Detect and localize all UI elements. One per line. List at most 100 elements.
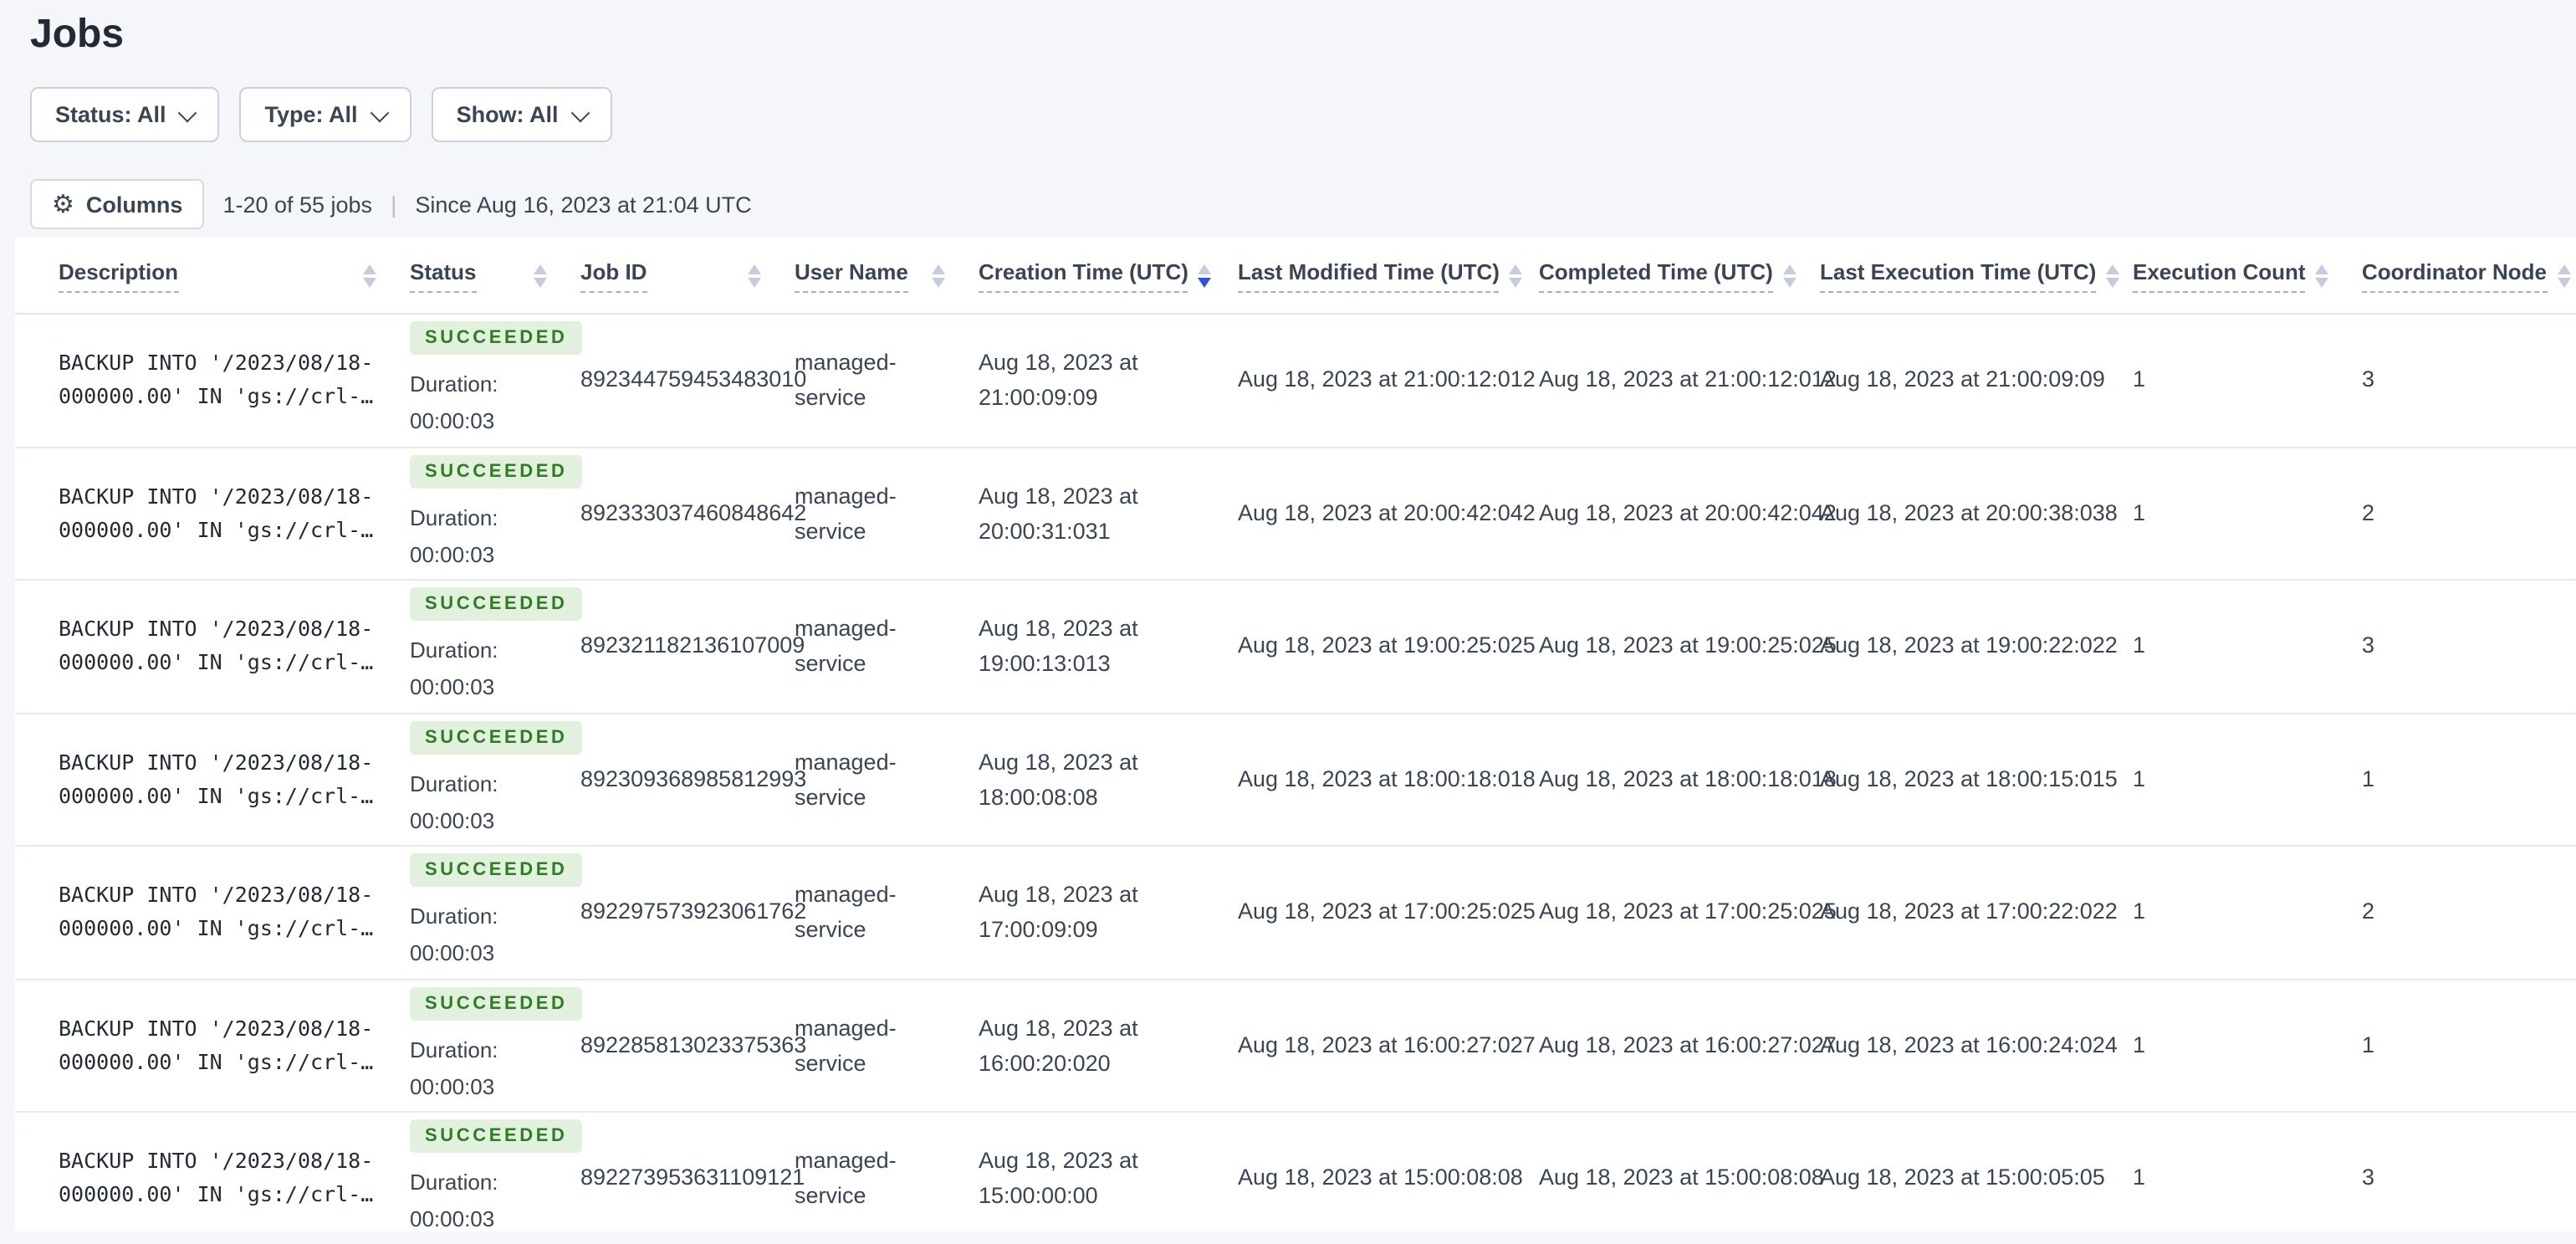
sort-icon[interactable]: [1509, 264, 1523, 287]
job-id: 892285813023375363: [580, 1032, 807, 1057]
sort-up-arrow-icon: [534, 264, 547, 274]
sort-icon[interactable]: [1782, 264, 1797, 287]
column-header[interactable]: Coordinator Node: [2362, 259, 2576, 292]
execution-count: 1: [2133, 499, 2146, 525]
status-badge: SUCCEEDED: [410, 720, 583, 755]
duration-label: Duration:: [410, 371, 498, 397]
user-name: managed-service: [795, 882, 897, 943]
job-description[interactable]: BACKUP INTO '/2023/08/18-000000.00' IN '…: [59, 347, 376, 414]
sort-icon[interactable]: [2315, 264, 2329, 287]
chevron-down-icon: [370, 102, 389, 122]
column-header[interactable]: Job ID: [580, 259, 795, 292]
sort-up-arrow-icon: [1509, 264, 1523, 274]
sort-icon[interactable]: [748, 264, 761, 287]
table-row: BACKUP INTO '/2023/08/18-000000.00' IN '…: [15, 448, 2576, 581]
column-header[interactable]: Creation Time (UTC): [979, 259, 1238, 292]
column-header-label: Coordinator Node: [2362, 259, 2547, 292]
sort-up-arrow-icon: [1782, 264, 1797, 274]
last-execution-time: Aug 18, 2023 at 17:00:22:022: [1820, 898, 2118, 924]
filter-dropdown[interactable]: Status: All: [30, 87, 220, 142]
job-description[interactable]: BACKUP INTO '/2023/08/18-000000.00' IN '…: [59, 746, 376, 813]
since-text: Since Aug 16, 2023 at 21:04 UTC: [415, 192, 752, 217]
duration-value: 00:00:03: [410, 674, 495, 700]
job-id: 892297573923061762: [580, 898, 807, 924]
duration-label: Duration:: [410, 1037, 498, 1062]
sort-down-arrow-icon: [2557, 277, 2570, 287]
column-header[interactable]: Execution Count: [2133, 259, 2362, 292]
duration-label: Duration:: [410, 637, 498, 663]
creation-time: Aug 18, 2023 at 16:00:20:020: [979, 1015, 1138, 1076]
job-description[interactable]: BACKUP INTO '/2023/08/18-000000.00' IN '…: [59, 879, 376, 946]
completed-time: Aug 18, 2023 at 20:00:42:042: [1539, 499, 1837, 525]
status-badge: SUCCEEDED: [410, 321, 583, 356]
status-badge: SUCCEEDED: [410, 1119, 583, 1154]
job-description[interactable]: BACKUP INTO '/2023/08/18-000000.00' IN '…: [59, 613, 376, 680]
sort-icon[interactable]: [2106, 264, 2120, 287]
column-header[interactable]: Last Modified Time (UTC): [1238, 259, 1539, 292]
completed-time: Aug 18, 2023 at 17:00:25:025: [1539, 898, 1837, 924]
last-modified-time: Aug 18, 2023 at 15:00:08:08: [1238, 1165, 1523, 1190]
execution-count: 1: [2133, 765, 2146, 791]
column-header-label: Creation Time (UTC): [979, 259, 1188, 292]
gear-icon: ⚙: [52, 188, 74, 218]
execution-count: 1: [2133, 1032, 2146, 1057]
completed-time: Aug 18, 2023 at 15:00:08:08: [1539, 1165, 1824, 1190]
column-header[interactable]: Completed Time (UTC): [1539, 259, 1820, 292]
column-header[interactable]: Status: [410, 259, 580, 292]
last-modified-time: Aug 18, 2023 at 16:00:27:027: [1238, 1032, 1536, 1057]
job-description[interactable]: BACKUP INTO '/2023/08/18-000000.00' IN '…: [59, 1145, 376, 1212]
last-execution-time: Aug 18, 2023 at 15:00:05:05: [1820, 1165, 2105, 1190]
job-description[interactable]: BACKUP INTO '/2023/08/18-000000.00' IN '…: [59, 480, 376, 547]
user-name: managed-service: [795, 350, 897, 411]
user-name: managed-service: [795, 1148, 897, 1209]
filter-dropdown[interactable]: Type: All: [239, 87, 411, 142]
last-execution-time: Aug 18, 2023 at 16:00:24:024: [1820, 1032, 2118, 1057]
column-header-label: Status: [410, 259, 477, 292]
last-execution-time: Aug 18, 2023 at 19:00:22:022: [1820, 632, 2118, 658]
creation-time: Aug 18, 2023 at 15:00:00:00: [979, 1148, 1138, 1209]
last-modified-time: Aug 18, 2023 at 19:00:25:025: [1238, 632, 1536, 658]
filter-label: Status: All: [55, 102, 166, 127]
sort-icon[interactable]: [363, 264, 376, 287]
coordinator-node: 3: [2362, 1165, 2375, 1190]
sort-down-arrow-icon: [932, 277, 945, 287]
table-row: BACKUP INTO '/2023/08/18-000000.00' IN '…: [15, 581, 2576, 714]
sort-icon[interactable]: [534, 264, 547, 287]
sort-up-arrow-icon: [748, 264, 761, 274]
toolbar-divider: |: [391, 191, 397, 218]
duration-value: 00:00:03: [410, 408, 495, 434]
status-badge: SUCCEEDED: [410, 454, 583, 489]
table-row: BACKUP INTO '/2023/08/18-000000.00' IN '…: [15, 847, 2576, 980]
user-name: managed-service: [795, 1015, 897, 1076]
last-execution-time: Aug 18, 2023 at 20:00:38:038: [1820, 499, 2118, 525]
filter-dropdown[interactable]: Show: All: [431, 87, 612, 142]
job-id: 892344759453483010: [580, 366, 807, 392]
column-header-label: Job ID: [580, 259, 647, 292]
page-title: Jobs: [30, 12, 125, 57]
sort-icon[interactable]: [1198, 264, 1212, 287]
table-row: BACKUP INTO '/2023/08/18-000000.00' IN '…: [15, 980, 2576, 1113]
execution-count: 1: [2133, 1165, 2146, 1190]
sort-icon[interactable]: [932, 264, 945, 287]
table-row: BACKUP INTO '/2023/08/18-000000.00' IN '…: [15, 315, 2576, 448]
sort-down-arrow-icon: [2315, 277, 2329, 287]
columns-button[interactable]: ⚙ Columns: [30, 179, 205, 229]
coordinator-node: 1: [2362, 765, 2375, 791]
creation-time: Aug 18, 2023 at 18:00:08:08: [979, 749, 1138, 810]
jobs-page: Jobs Status: All Type: All Show: All ⚙ C…: [0, 12, 2576, 1232]
column-header[interactable]: User Name: [795, 259, 979, 292]
sort-up-arrow-icon: [1198, 264, 1212, 274]
last-modified-time: Aug 18, 2023 at 21:00:12:012: [1238, 366, 1536, 392]
column-header[interactable]: Last Execution Time (UTC): [1820, 259, 2133, 292]
sort-up-arrow-icon: [932, 264, 945, 274]
filters: Status: All Type: All Show: All: [30, 87, 2576, 142]
job-description[interactable]: BACKUP INTO '/2023/08/18-000000.00' IN '…: [59, 1012, 376, 1079]
sort-icon[interactable]: [2557, 264, 2570, 287]
column-header-label: Description: [59, 259, 179, 292]
jobs-range-text: 1-20 of 55 jobs: [222, 192, 373, 217]
column-header[interactable]: Description: [59, 259, 410, 292]
duration-label: Duration:: [410, 904, 498, 929]
sort-down-arrow-icon: [748, 277, 761, 287]
last-modified-time: Aug 18, 2023 at 17:00:25:025: [1238, 898, 1536, 924]
completed-time: Aug 18, 2023 at 18:00:18:018: [1539, 765, 1837, 791]
